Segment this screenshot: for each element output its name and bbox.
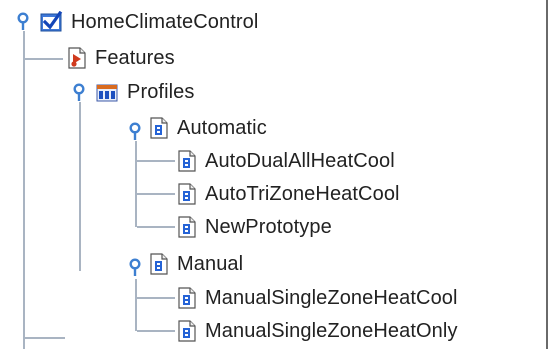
tree-guide-line — [135, 279, 137, 331]
tree-node-profile-item[interactable]: NewPrototype — [177, 212, 332, 242]
tree-guide-line — [137, 193, 175, 195]
tree-node-profile-item[interactable]: ManualSingleZoneHeatCool — [177, 283, 458, 313]
tree-node-profile-item-label: ManualSingleZoneHeatOnly — [205, 319, 458, 342]
profile-document-icon — [178, 150, 196, 172]
tree-guide-line — [79, 102, 81, 271]
expand-toggle-manual[interactable] — [127, 258, 143, 276]
tree-guide-line — [137, 297, 175, 299]
tree-node-profiles-label: Profiles — [127, 80, 195, 103]
tree-node-automatic-label: Automatic — [177, 116, 267, 139]
tree-node-profile-item-label: ManualSingleZoneHeatCool — [205, 286, 458, 309]
tree-node-profile-item[interactable]: ManualSingleZoneHeatOnly — [177, 316, 458, 346]
expand-toggle-profiles[interactable] — [71, 83, 87, 101]
profile-document-icon — [150, 117, 168, 139]
tree-node-manual[interactable]: Manual — [149, 249, 243, 279]
tree-node-root-label: HomeClimateControl — [71, 10, 259, 33]
tree-node-profile-item[interactable]: AutoTriZoneHeatCool — [177, 179, 400, 209]
tree-node-features-label: Features — [95, 46, 175, 69]
profiles-folder-icon — [96, 84, 118, 102]
profile-document-icon — [178, 183, 196, 205]
expand-toggle-automatic[interactable] — [127, 122, 143, 140]
tree-guide-line — [25, 337, 65, 339]
profile-tree: HomeClimateControl Features Profiles Aut… — [0, 0, 548, 349]
project-check-icon — [40, 11, 63, 32]
tree-guide-line — [137, 160, 175, 162]
tree-node-profile-item[interactable]: AutoDualAllHeatCool — [177, 146, 395, 176]
tree-node-profiles[interactable]: Profiles — [95, 77, 195, 107]
tree-guide-line — [137, 226, 175, 228]
profile-document-icon — [178, 216, 196, 238]
tree-guide-line — [135, 141, 137, 227]
tree-node-profile-item-label: AutoTriZoneHeatCool — [205, 182, 400, 205]
tree-guide-line — [23, 31, 25, 349]
expand-toggle-root[interactable] — [15, 12, 31, 30]
tree-node-automatic[interactable]: Automatic — [149, 113, 267, 143]
profile-document-icon — [150, 253, 168, 275]
tree-guide-line — [137, 330, 175, 332]
profile-document-icon — [178, 287, 196, 309]
tree-node-features[interactable]: Features — [67, 43, 175, 73]
tree-node-manual-label: Manual — [177, 252, 244, 275]
tree-guide-line — [25, 58, 63, 60]
tree-node-profile-item-label: AutoDualAllHeatCool — [205, 149, 395, 172]
features-document-icon — [68, 47, 86, 69]
tree-node-profile-item-label: NewPrototype — [205, 215, 332, 238]
tree-node-root[interactable]: HomeClimateControl — [39, 7, 258, 37]
profile-document-icon — [178, 320, 196, 342]
